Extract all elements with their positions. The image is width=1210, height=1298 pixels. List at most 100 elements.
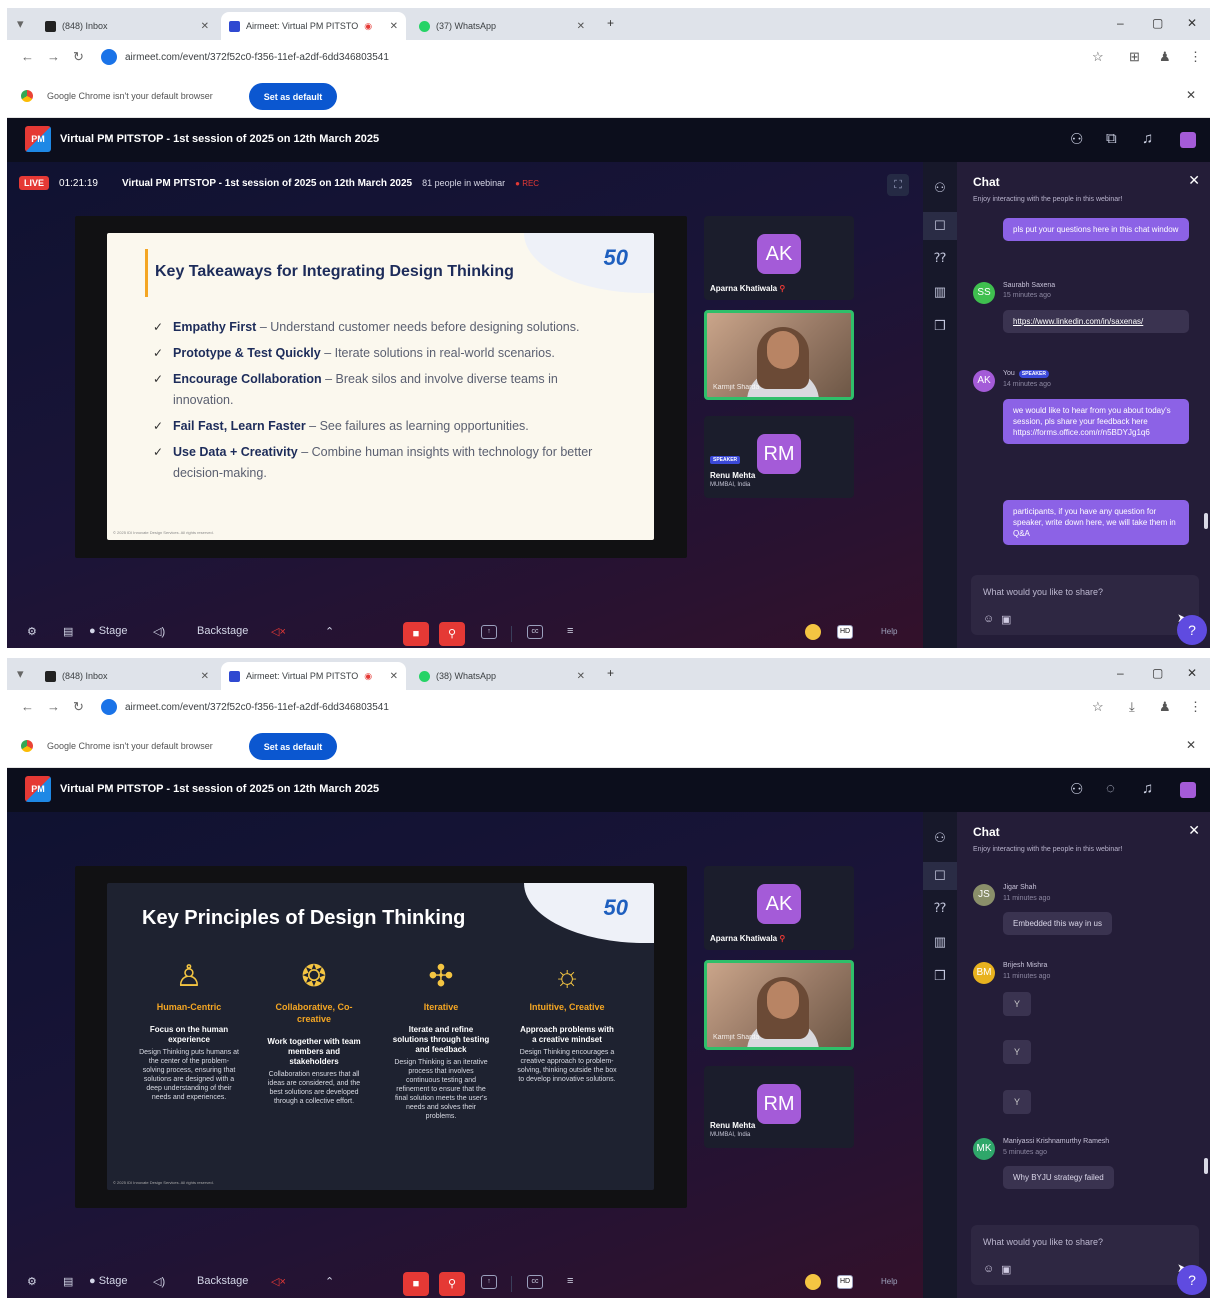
close-tab-icon[interactable]: ✕	[390, 671, 398, 682]
chat-scrollbar[interactable]	[1204, 1158, 1208, 1174]
close-tab-icon[interactable]: ✕	[201, 21, 209, 32]
more-settings-icon[interactable]: ≡	[567, 625, 573, 637]
download-icon[interactable]: ⤓	[1129, 699, 1135, 715]
people-icon[interactable]: ⚇	[923, 180, 957, 196]
people-icon[interactable]: ⚇	[923, 830, 957, 846]
omnibox[interactable]: airmeet.com/event/372f52c0-f356-11ef-a2d…	[101, 695, 1101, 719]
hd-quality-icon[interactable]: HD	[837, 1275, 853, 1289]
close-tab-icon[interactable]: ✕	[577, 671, 585, 682]
bookmark-star-icon[interactable]: ☆	[1092, 49, 1104, 65]
profile-icon[interactable]: ♟	[1159, 49, 1171, 65]
settings-icon[interactable]: ⚙	[27, 1275, 37, 1288]
emoji-icon[interactable]: ☺	[983, 1263, 994, 1275]
site-info-icon[interactable]	[101, 49, 117, 65]
screenshare-icon[interactable]: ↑	[481, 1275, 497, 1289]
close-tab-icon[interactable]: ✕	[390, 21, 398, 32]
poll-icon[interactable]: ▥	[923, 934, 957, 950]
emoji-icon[interactable]: ☺	[983, 613, 994, 625]
people-icon[interactable]: ⚇	[1070, 130, 1083, 148]
resources-icon[interactable]: ❒	[923, 968, 957, 984]
gif-icon[interactable]: ▣	[1001, 1263, 1011, 1276]
minimize-icon[interactable]: –	[1117, 16, 1124, 30]
bookmark-star-icon[interactable]: ☆	[1092, 699, 1104, 715]
tab-airmeet[interactable]: Airmeet: Virtual PM PITSTO ◉ ✕	[221, 662, 406, 690]
video-tile-camera[interactable]: Karmjit Sharda	[704, 310, 854, 400]
layout-icon[interactable]: ▤	[63, 1275, 73, 1288]
chat-icon[interactable]: ☐	[923, 212, 957, 240]
video-tile-rm[interactable]: RM Renu Mehta MUMBAI, India	[704, 1066, 854, 1148]
reactions-icon[interactable]	[805, 624, 821, 640]
help-link[interactable]: Help	[881, 1277, 897, 1286]
user-avatar[interactable]	[1180, 782, 1196, 798]
video-tile-camera[interactable]: Karmjit Sharda	[704, 960, 854, 1050]
help-link[interactable]: Help	[881, 627, 897, 636]
screenshare-icon[interactable]: ↑	[481, 625, 497, 639]
chat-input[interactable]: What would you like to share? ☺ ▣ ➤	[971, 575, 1199, 635]
fullscreen-icon[interactable]: ⛶	[887, 174, 909, 196]
stage-toggle[interactable]: ● Stage	[89, 1275, 127, 1287]
captions-icon[interactable]: cc	[527, 625, 543, 639]
omnibox[interactable]: airmeet.com/event/372f52c0-f356-11ef-a2d…	[101, 45, 1101, 69]
camera-off-icon[interactable]: ■	[403, 1272, 429, 1296]
mute-icon[interactable]: ◁×	[271, 1275, 286, 1288]
back-icon[interactable]: ←	[21, 49, 34, 64]
reload-icon[interactable]: ↻	[73, 49, 84, 65]
reload-icon[interactable]: ↻	[73, 699, 84, 715]
set-as-default-button[interactable]: Set as default	[249, 733, 337, 760]
chat-bubble-icon[interactable]: ◌	[1106, 780, 1115, 797]
help-fab-icon[interactable]: ?	[1177, 1265, 1207, 1295]
speaker-volume-icon[interactable]: ◁)	[153, 625, 165, 638]
tab-whatsapp[interactable]: (38) WhatsApp ✕	[411, 662, 593, 690]
help-fab-icon[interactable]: ?	[1177, 615, 1207, 645]
chat-input[interactable]: What would you like to share? ☺ ▣ ➤	[971, 1225, 1199, 1285]
close-window-icon[interactable]: ✕	[1187, 16, 1197, 30]
backstage-button[interactable]: Backstage	[197, 625, 248, 637]
extension-icon[interactable]: ⊞	[1129, 49, 1140, 65]
settings-icon[interactable]: ⚙	[27, 625, 37, 638]
url-text[interactable]: airmeet.com/event/372f52c0-f356-11ef-a2d…	[125, 702, 389, 713]
site-info-icon[interactable]	[101, 699, 117, 715]
close-chat-icon[interactable]: ✕	[1188, 172, 1200, 189]
tab-inbox[interactable]: (848) Inbox ✕	[37, 662, 217, 690]
bell-icon[interactable]: ♫	[1142, 130, 1153, 147]
speaker-volume-icon[interactable]: ◁)	[153, 1275, 165, 1288]
more-settings-icon[interactable]: ≡	[567, 1275, 573, 1287]
tab-search-icon[interactable]: ▾	[17, 16, 24, 32]
mic-off-icon[interactable]: ⚲	[439, 622, 465, 646]
stage-toggle[interactable]: ● Stage	[89, 625, 127, 637]
video-tile-rm[interactable]: RM SPEAKER Renu Mehta MUMBAI, India	[704, 416, 854, 498]
qna-icon[interactable]: ⁇	[923, 250, 957, 266]
chat-message-link[interactable]: https://www.linkedin.com/in/saxenas/	[1003, 310, 1189, 333]
profile-icon[interactable]: ♟	[1159, 699, 1171, 715]
bell-icon[interactable]: ♫	[1142, 780, 1153, 797]
tab-search-icon[interactable]: ▾	[17, 666, 24, 682]
new-tab-icon[interactable]: +	[607, 16, 614, 30]
close-infobar-icon[interactable]: ✕	[1186, 738, 1196, 752]
back-icon[interactable]: ←	[21, 699, 34, 714]
user-avatar[interactable]	[1180, 132, 1196, 148]
hd-quality-icon[interactable]: HD	[837, 625, 853, 639]
close-tab-icon[interactable]: ✕	[201, 671, 209, 682]
people-icon[interactable]: ⚇	[1070, 780, 1083, 798]
close-window-icon[interactable]: ✕	[1187, 666, 1197, 680]
collapse-icon[interactable]: ⌃	[325, 625, 334, 638]
tab-inbox[interactable]: (848) Inbox ✕	[37, 12, 217, 40]
video-tile-ak[interactable]: AK Aparna Khatiwala ⚲	[704, 866, 854, 950]
tab-whatsapp[interactable]: (37) WhatsApp ✕	[411, 12, 593, 40]
restore-icon[interactable]: ▢	[1152, 16, 1163, 30]
chat-scrollbar[interactable]	[1204, 513, 1208, 529]
chat-icon[interactable]: ☐	[923, 862, 957, 890]
reactions-icon[interactable]	[805, 1274, 821, 1290]
poll-icon[interactable]: ▥	[923, 284, 957, 300]
engage-icon[interactable]: ⧉	[1106, 130, 1117, 147]
resources-icon[interactable]: ❒	[923, 318, 957, 334]
close-tab-icon[interactable]: ✕	[577, 21, 585, 32]
layout-icon[interactable]: ▤	[63, 625, 73, 638]
menu-icon[interactable]: ⋮	[1189, 49, 1202, 65]
collapse-icon[interactable]: ⌃	[325, 1275, 334, 1288]
forward-icon[interactable]: →	[47, 49, 60, 64]
video-tile-ak[interactable]: AK Aparna Khatiwala ⚲	[704, 216, 854, 300]
mute-icon[interactable]: ◁×	[271, 625, 286, 638]
mic-off-icon[interactable]: ⚲	[439, 1272, 465, 1296]
restore-icon[interactable]: ▢	[1152, 666, 1163, 680]
